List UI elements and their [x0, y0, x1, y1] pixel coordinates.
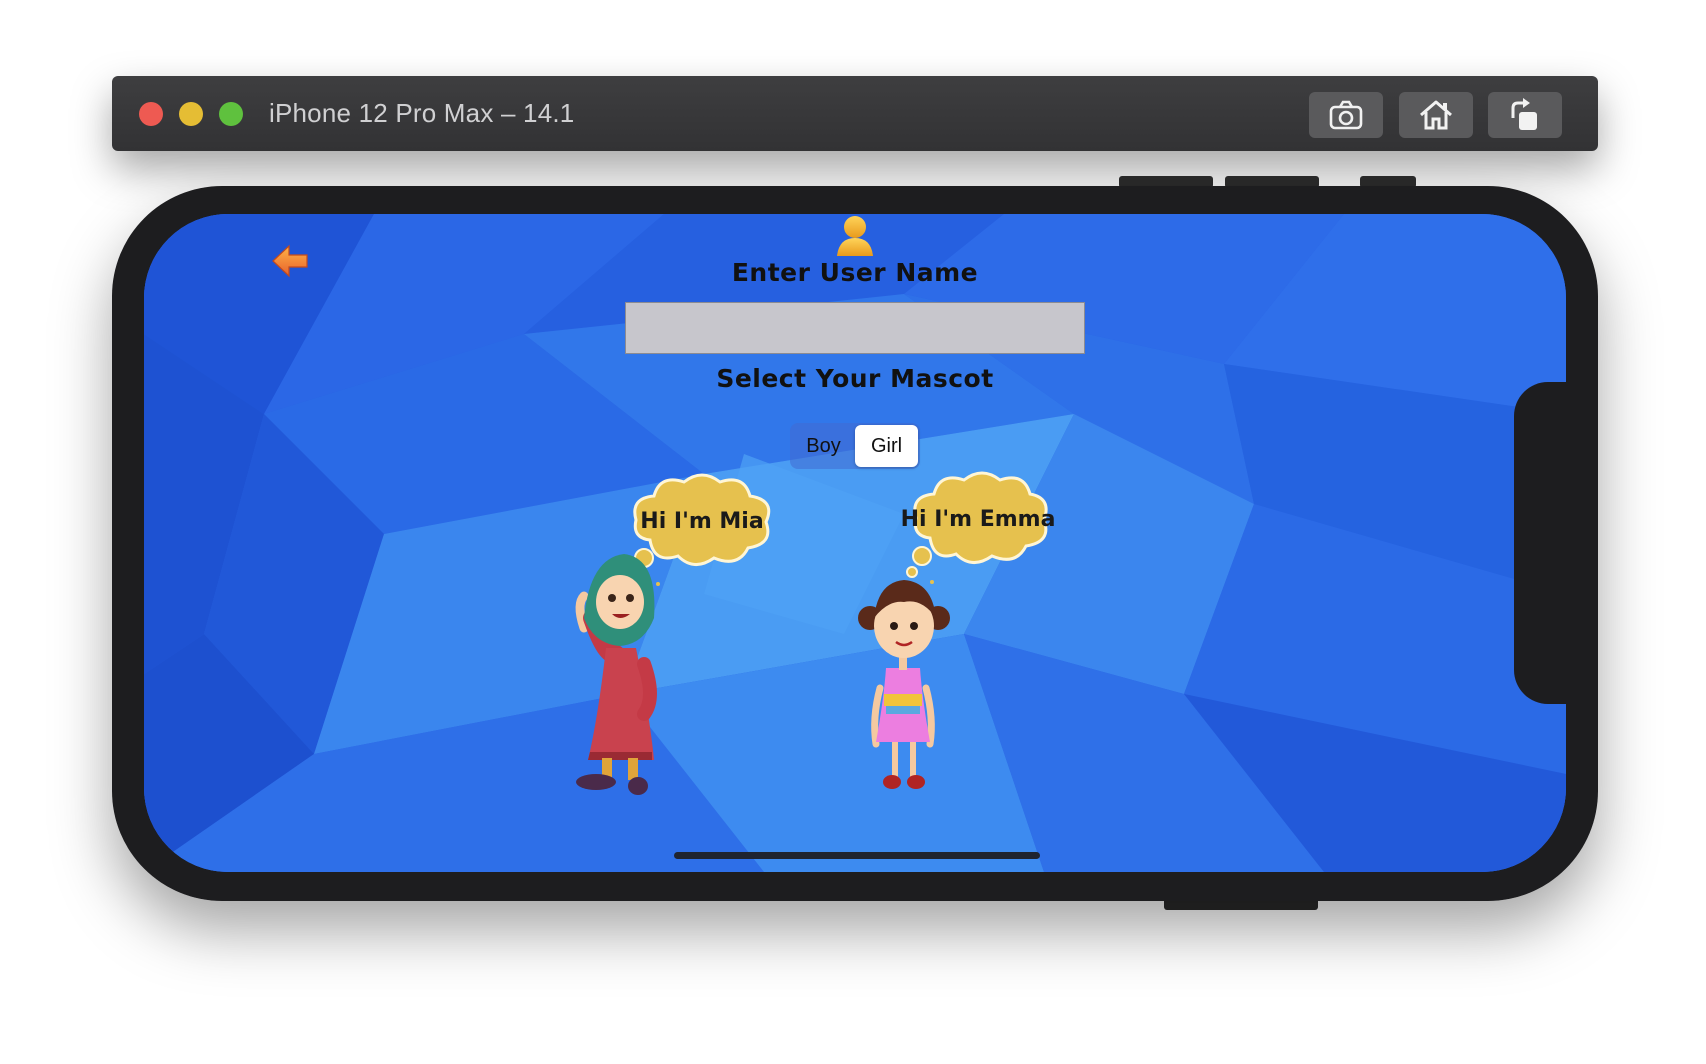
mascot-segmented-control: Boy Girl	[790, 423, 920, 469]
home-indicator[interactable]	[674, 852, 1040, 859]
camera-icon	[1329, 100, 1363, 130]
simulator-window: iPhone 12 Pro Max – 14.1 Enter User Name…	[0, 0, 1706, 1064]
sensor-notch	[1514, 382, 1570, 704]
minimize-window-button[interactable]	[179, 102, 203, 126]
segment-girl[interactable]: Girl	[855, 425, 918, 467]
mascot-mia[interactable]: Hi I'm Mia	[554, 468, 794, 798]
mia-character	[575, 554, 657, 795]
mascot-heading: Select Your Mascot	[716, 364, 994, 393]
thought-bubble-mia: Hi I'm Mia	[625, 473, 771, 586]
zoom-window-button[interactable]	[219, 102, 243, 126]
emma-character	[858, 580, 950, 789]
mia-greeting: Hi I'm Mia	[640, 509, 763, 534]
username-input[interactable]	[625, 302, 1085, 354]
emma-greeting: Hi I'm Emma	[901, 507, 1054, 532]
rotate-icon	[1511, 98, 1537, 130]
username-heading: Enter User Name	[731, 258, 979, 287]
app-screen: Enter User Name Select Your Mascot Boy G…	[144, 214, 1566, 872]
segment-boy[interactable]: Boy	[792, 425, 855, 467]
simulator-title-bar: iPhone 12 Pro Max – 14.1	[112, 76, 1598, 151]
thought-bubble-emma: Hi I'm Emma	[901, 471, 1054, 584]
home-icon	[1420, 100, 1452, 130]
screenshot-button[interactable]	[1309, 92, 1383, 138]
user-icon	[837, 216, 873, 256]
rotate-button[interactable]	[1488, 92, 1562, 138]
iphone-frame: Enter User Name Select Your Mascot Boy G…	[112, 186, 1598, 901]
simulator-title: iPhone 12 Pro Max – 14.1	[269, 98, 575, 128]
mascot-emma[interactable]: Hi I'm Emma	[844, 468, 1054, 798]
home-button[interactable]	[1399, 92, 1473, 138]
close-window-button[interactable]	[139, 102, 163, 126]
